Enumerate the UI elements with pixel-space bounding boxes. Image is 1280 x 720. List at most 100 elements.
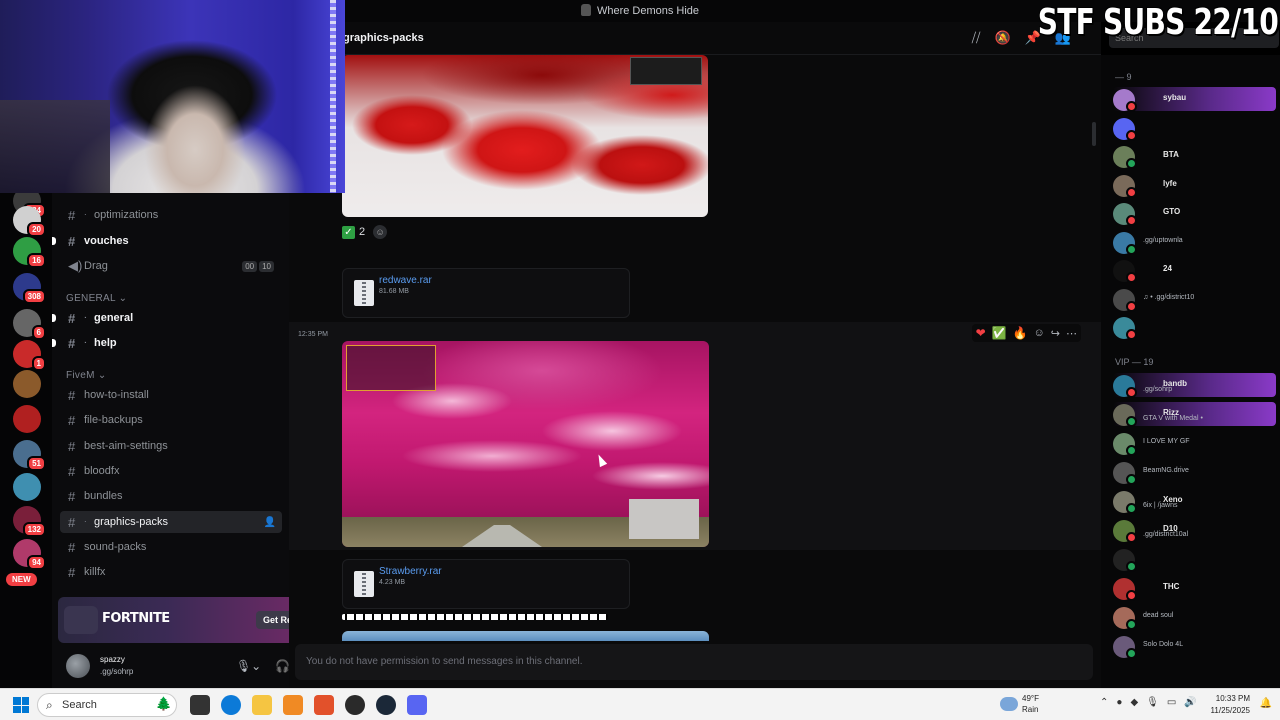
channel-file-backups[interactable]: # file-backups xyxy=(60,409,282,431)
weather-widget[interactable]: 49°F Rain xyxy=(1000,693,1039,715)
heart-reaction-icon[interactable]: ❤ xyxy=(976,326,986,340)
category-general[interactable]: GENERAL ⌄ xyxy=(66,293,127,304)
chevron-up-icon[interactable]: ⌃ xyxy=(1100,697,1108,708)
image-attachment-red[interactable] xyxy=(342,55,708,217)
channel-killfx[interactable]: # killfx xyxy=(60,561,282,583)
member-item[interactable]: dead soul xyxy=(1113,605,1276,630)
forward-icon[interactable]: ↪ xyxy=(1051,327,1060,340)
channel-best-aim-settings[interactable]: # best-aim-settings xyxy=(60,435,282,457)
add-reaction-icon[interactable]: ☺ xyxy=(373,225,388,239)
discord-icon[interactable] xyxy=(407,695,427,715)
channel-how-to-install[interactable]: # how-to-install xyxy=(60,384,282,406)
unread-indicator xyxy=(52,339,56,347)
app-icon[interactable] xyxy=(283,695,303,715)
server-icon[interactable]: 6 xyxy=(13,309,46,340)
member-item[interactable]: BTA xyxy=(1113,144,1276,169)
server-icon[interactable]: 94 xyxy=(13,539,46,570)
scrollbar[interactable] xyxy=(1092,122,1096,146)
voice-channel-drag[interactable]: ◀) Drag 00 10 xyxy=(60,255,282,277)
member-item[interactable]: bandb .gg/sohrp xyxy=(1113,373,1276,398)
avatar xyxy=(1113,231,1137,255)
server-icon[interactable]: 16 xyxy=(13,237,46,268)
mention-badge: 1 xyxy=(31,356,46,371)
member-item[interactable]: lyfe xyxy=(1113,173,1276,198)
message-composer: You do not have permission to send messa… xyxy=(295,644,1093,680)
member-item[interactable]: BeamNG.drive xyxy=(1113,460,1276,485)
channel-label: file-backups xyxy=(84,414,143,426)
member-item[interactable]: Solo Dolo 4L xyxy=(1113,634,1276,659)
tree-icon: 🌲 xyxy=(155,696,172,711)
server-icon[interactable]: 308 xyxy=(13,273,46,304)
file-attachment[interactable]: Strawberry.rar 4.23 MB xyxy=(342,559,630,609)
server-icon[interactable] xyxy=(13,405,41,433)
member-item[interactable]: Rizz GTA V with Medal • xyxy=(1113,402,1276,427)
task-view-icon[interactable] xyxy=(190,695,210,715)
edge-icon[interactable] xyxy=(221,695,241,715)
taskbar-clock[interactable]: 10:33 PM 11/25/2025 xyxy=(1211,693,1250,717)
fire-reaction-icon[interactable]: 🔥 xyxy=(1013,326,1028,340)
channel-bloodfx[interactable]: # bloodfx xyxy=(60,460,282,482)
channel-general[interactable]: # ᐧ general xyxy=(52,307,282,329)
network-icon[interactable]: ▭ xyxy=(1167,697,1176,708)
promo-title: FORTNITE xyxy=(102,611,170,626)
brave-icon[interactable] xyxy=(314,695,334,715)
tray-app-icon[interactable]: ◆ xyxy=(1130,697,1138,708)
member-item[interactable] xyxy=(1113,116,1276,141)
channel-optimizations[interactable]: # ᐧ optimizations xyxy=(60,204,282,226)
windows-start-icon[interactable] xyxy=(13,697,29,713)
image-attachment-pink[interactable] xyxy=(342,341,709,547)
threads-icon[interactable]: ⧸⧸ xyxy=(972,30,981,46)
reaction-check[interactable]: ✓ 2 xyxy=(342,225,365,239)
server-icon[interactable] xyxy=(13,370,41,398)
notification-bell-icon[interactable]: 🔔 xyxy=(1260,698,1272,709)
member-item[interactable] xyxy=(1113,547,1276,572)
channel-vouches[interactable]: # vouches xyxy=(52,230,282,252)
file-name-link[interactable]: Strawberry.rar xyxy=(379,566,442,577)
server-icon[interactable] xyxy=(13,473,41,501)
volume-icon[interactable]: 🔊 xyxy=(1184,697,1196,708)
check-reaction-icon[interactable]: ✅ xyxy=(992,326,1007,340)
unread-indicator xyxy=(52,314,56,322)
member-item[interactable]: GTO xyxy=(1113,201,1276,226)
avatar[interactable] xyxy=(66,654,90,678)
steam-icon[interactable] xyxy=(376,695,396,715)
category-label: FiveM xyxy=(66,370,95,381)
channel-bundles[interactable]: # bundles xyxy=(60,485,282,507)
microphone-icon[interactable]: 🎙 xyxy=(1146,697,1159,708)
server-rail[interactable]: 3842016308615113294NEW xyxy=(0,187,52,688)
file-name-link[interactable]: redwave.rar xyxy=(379,275,432,286)
member-item[interactable]: ♫ • .gg/district10 xyxy=(1113,287,1276,312)
add-reaction-icon[interactable]: ☺ xyxy=(1034,327,1045,339)
taskbar-search[interactable]: ⌕ Search 🌲 xyxy=(37,693,177,717)
thread-dot-icon: ᐧ xyxy=(84,337,87,348)
unread-indicator xyxy=(52,237,56,245)
member-item[interactable]: 24 xyxy=(1113,258,1276,283)
channel-sound-packs[interactable]: # sound-packs xyxy=(60,536,282,558)
member-activity: I LOVE MY GF xyxy=(1143,438,1190,445)
server-icon[interactable]: 132 xyxy=(13,506,46,537)
avatar xyxy=(1113,203,1137,226)
app-icon[interactable] xyxy=(345,695,365,715)
more-icon[interactable]: ⋯ xyxy=(1066,327,1077,340)
microphone-icon[interactable]: 🎙⌄ xyxy=(236,659,261,673)
member-activity: ♫ • .gg/district10 xyxy=(1143,293,1195,301)
member-item[interactable]: THC xyxy=(1113,576,1276,601)
member-item[interactable]: D10 .gg/district10al xyxy=(1113,518,1276,543)
invite-icon[interactable]: 👤 xyxy=(264,517,276,528)
server-icon[interactable]: 51 xyxy=(13,440,46,471)
member-item[interactable]: I LOVE MY GF xyxy=(1113,431,1276,456)
tray-app-icon[interactable]: ● xyxy=(1116,697,1122,708)
channel-help[interactable]: # ᐧ help xyxy=(52,332,282,354)
member-item[interactable]: sybau xyxy=(1113,87,1276,112)
server-icon[interactable]: 1 xyxy=(13,340,46,371)
category-fivem[interactable]: FiveM ⌄ xyxy=(66,370,107,381)
member-item[interactable]: Xeno 6ix | /jawns xyxy=(1113,489,1276,514)
member-item[interactable] xyxy=(1113,315,1276,340)
bell-muted-icon[interactable]: 🔕 xyxy=(994,30,1010,46)
member-item[interactable]: .gg/uptownla xyxy=(1113,230,1276,255)
file-attachment[interactable]: redwave.rar 81.68 MB xyxy=(342,268,630,318)
channel-graphics-packs[interactable]: # ᐧ graphics-packs 👤 xyxy=(60,511,282,533)
server-icon[interactable]: 20 xyxy=(13,206,46,237)
image-attachment-partial[interactable] xyxy=(342,631,709,641)
file-explorer-icon[interactable] xyxy=(252,695,272,715)
